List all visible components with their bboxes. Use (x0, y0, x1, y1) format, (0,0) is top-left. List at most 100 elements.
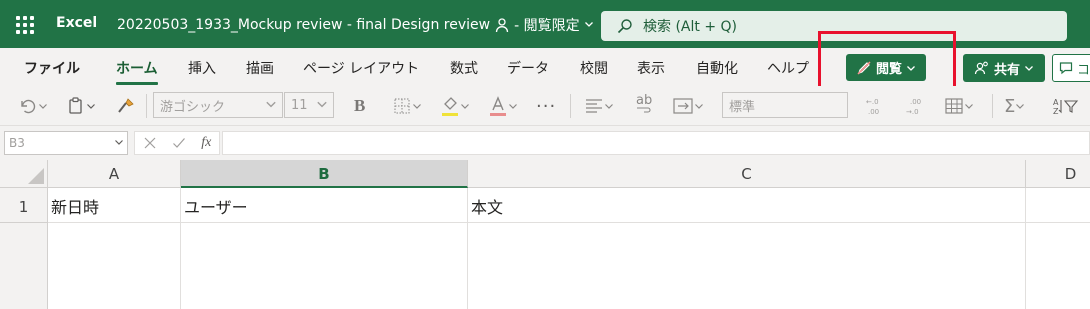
insert-function-icon[interactable]: fx (201, 135, 211, 151)
chevron-down-icon (317, 101, 327, 108)
chevron-down-icon (509, 104, 517, 109)
wrap-text-button[interactable]: ab (636, 94, 652, 116)
person-icon (494, 17, 510, 33)
tab-insert[interactable]: 挿入 (188, 58, 216, 78)
formula-input[interactable] (222, 131, 1090, 155)
font-size-dropdown[interactable]: 11 (284, 92, 334, 118)
font-color-button[interactable] (488, 96, 518, 116)
svg-text:A: A (1053, 98, 1059, 107)
access-label: - 閲覧限定 (514, 18, 580, 34)
autosum-button[interactable]: Σ (1004, 95, 1025, 117)
share-button[interactable]: 共有 (963, 54, 1045, 82)
svg-text:.00: .00 (868, 108, 879, 116)
chevron-down-icon (413, 104, 421, 109)
font-size-value: 11 (291, 97, 308, 113)
chevron-down-icon (266, 101, 276, 108)
undo-icon (21, 99, 36, 114)
fill-color-icon (442, 97, 458, 116)
toolbar-divider (992, 94, 993, 118)
cancel-icon[interactable] (143, 136, 157, 150)
chevron-down-icon (605, 104, 613, 109)
increase-decimal-icon: ←.0.00 (866, 98, 879, 116)
chevron-down-icon (87, 104, 95, 109)
more-options-icon[interactable]: ··· (536, 96, 556, 117)
tab-view[interactable]: 表示 (637, 58, 665, 78)
borders-button[interactable] (392, 96, 422, 116)
clipboard-icon (69, 97, 82, 114)
row-header-1[interactable]: 1 (0, 188, 48, 223)
comments-button[interactable]: コ (1052, 54, 1090, 82)
font-name-dropdown[interactable]: 游ゴシック (153, 92, 283, 118)
chevron-down-icon (1016, 104, 1025, 109)
comment-label: コ (1077, 62, 1090, 78)
tab-data[interactable]: データ (507, 58, 549, 78)
svg-text:.00: .00 (910, 98, 921, 106)
format-painter-icon (118, 98, 134, 113)
fill-color-button[interactable] (440, 96, 470, 116)
wrap-arrow-icon (637, 107, 651, 113)
check-icon[interactable] (172, 136, 186, 150)
share-label: 共有 (993, 62, 1020, 78)
chevron-down-icon (965, 104, 973, 109)
name-box[interactable]: B3 (4, 131, 128, 155)
svg-text:Z: Z (1053, 107, 1059, 116)
tab-help[interactable]: ヘルプ (767, 58, 809, 78)
sort-filter-icon: AZ (1053, 98, 1079, 116)
cell-d2[interactable] (1026, 223, 1090, 309)
row-header-2[interactable] (0, 223, 48, 309)
select-all-triangle-icon (28, 168, 44, 184)
number-format-dropdown[interactable]: 標準 (722, 92, 848, 118)
name-box-value: B3 (9, 136, 25, 150)
toolbar-divider (146, 94, 147, 118)
font-color-icon (490, 96, 506, 116)
chevron-down-icon (1025, 66, 1033, 71)
formula-bar: B3 fx (0, 126, 1090, 160)
decrease-decimal-icon: .00→.0 (906, 98, 921, 116)
cell-c1[interactable]: 本文 (468, 188, 1026, 223)
increase-decimal-button[interactable]: ←.0.00 (864, 96, 888, 116)
sigma-icon: Σ (1004, 95, 1016, 117)
column-header-b[interactable]: B (181, 160, 468, 188)
decrease-decimal-button[interactable]: .00 →.0 (904, 96, 928, 116)
paste-button[interactable] (66, 96, 96, 116)
sort-filter-button[interactable]: AZ (1052, 96, 1080, 116)
cell-a1[interactable]: 新日時 (48, 188, 181, 223)
borders-icon (394, 98, 410, 114)
app-launcher-icon[interactable] (14, 14, 34, 34)
tab-automate[interactable]: 自動化 (696, 58, 738, 78)
app-name[interactable]: Excel (56, 15, 97, 31)
comment-icon (1059, 62, 1073, 75)
column-header-d[interactable]: D (1026, 160, 1090, 188)
cell-b1[interactable]: ユーザー (181, 188, 468, 223)
column-header-c[interactable]: C (468, 160, 1026, 188)
tab-formulas[interactable]: 数式 (450, 58, 478, 78)
person-icon (974, 61, 988, 75)
number-format-value: 標準 (729, 99, 756, 115)
tab-page-layout[interactable]: ページ レイアウト (303, 58, 419, 78)
align-button[interactable] (584, 96, 614, 116)
column-header-a[interactable]: A (48, 160, 181, 188)
document-name: 20220503_1933_Mockup review - final Desi… (117, 17, 491, 33)
tab-review[interactable]: 校閲 (580, 58, 608, 78)
search-icon (617, 19, 632, 34)
format-painter-button[interactable] (116, 96, 136, 116)
cell-d1[interactable] (1026, 188, 1090, 223)
merge-cells-button[interactable] (672, 96, 704, 116)
cell-c2[interactable] (468, 223, 1026, 309)
tab-draw[interactable]: 描画 (246, 58, 274, 78)
document-title[interactable]: 20220503_1933_Mockup review - final Desi… (117, 15, 594, 35)
cell-styles-button[interactable] (944, 96, 974, 116)
font-name-value: 游ゴシック (160, 99, 226, 115)
tab-file[interactable]: ファイル (24, 58, 80, 78)
svg-text:←.0: ←.0 (866, 98, 879, 106)
cell-b2[interactable] (181, 223, 468, 309)
chevron-down-icon (115, 140, 123, 145)
align-left-icon (586, 99, 602, 113)
bold-button[interactable]: B (354, 96, 365, 116)
cell-a2[interactable] (48, 223, 181, 309)
table-grid-icon (945, 98, 963, 114)
undo-button[interactable] (18, 96, 48, 116)
tab-home[interactable]: ホーム (116, 58, 158, 78)
svg-text:→.0: →.0 (906, 108, 919, 116)
select-all-corner[interactable] (0, 160, 48, 188)
